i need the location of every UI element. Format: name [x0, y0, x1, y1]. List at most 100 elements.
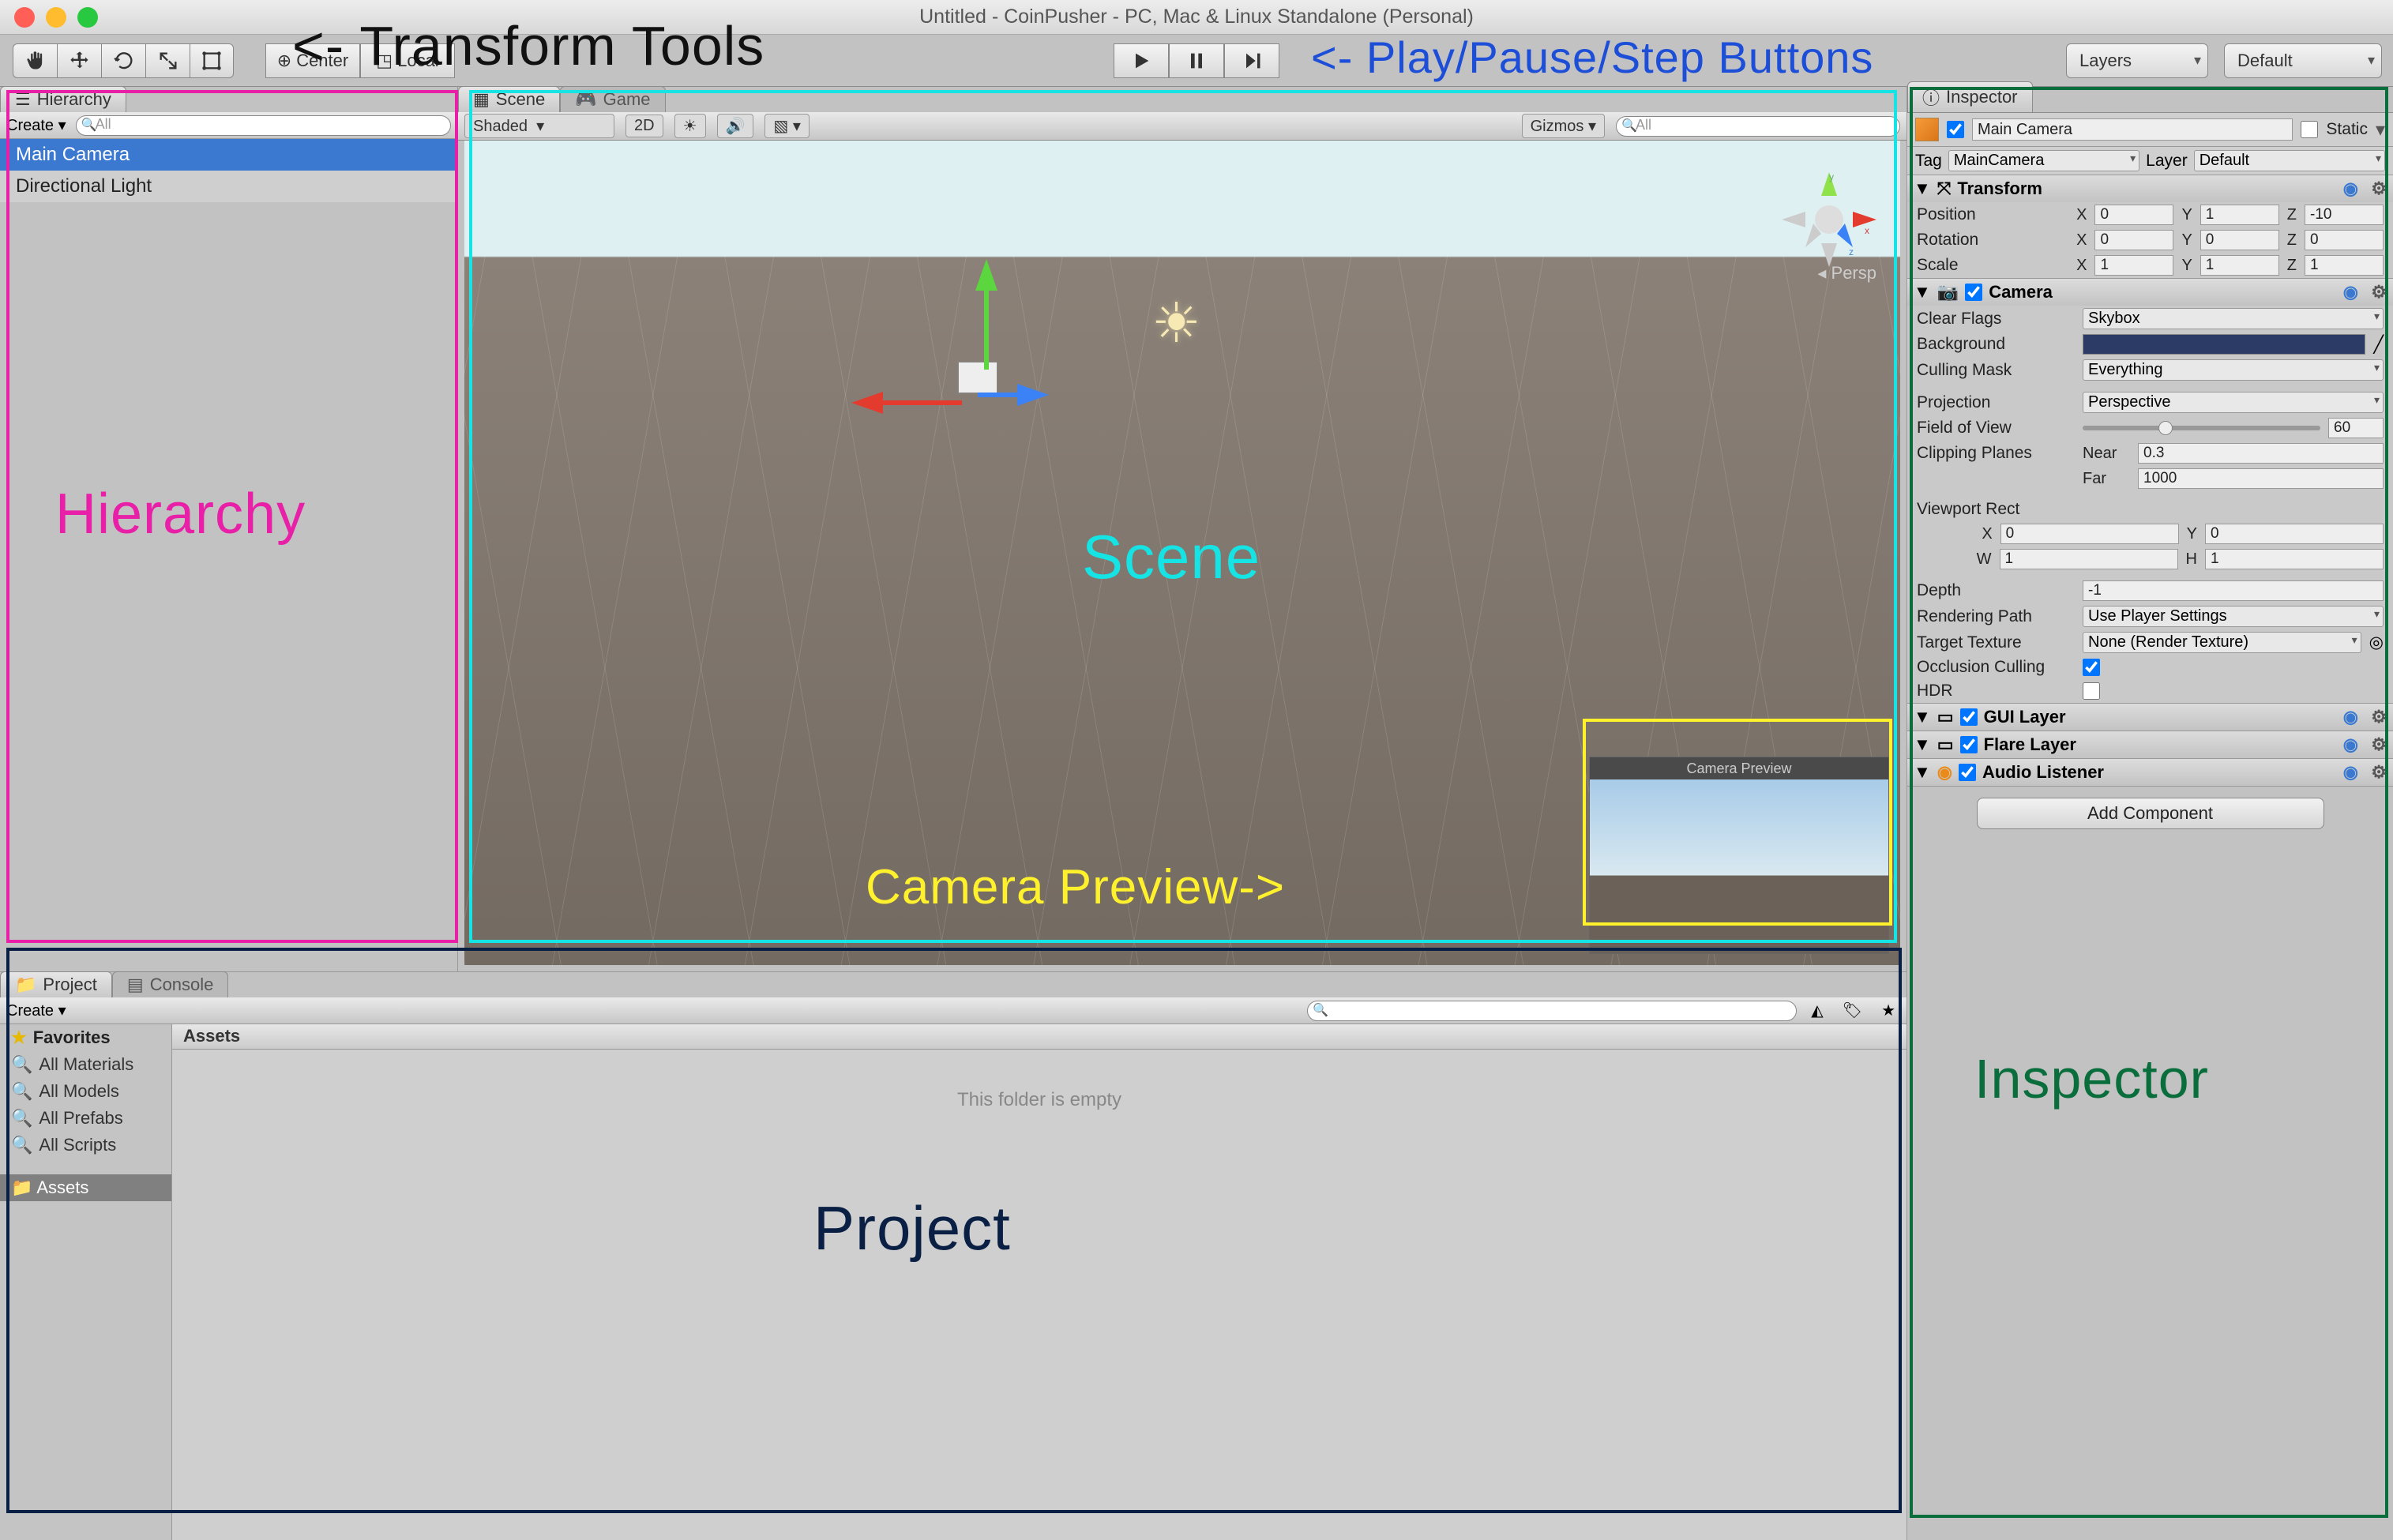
pause-button[interactable]: [1169, 43, 1224, 78]
help-icon[interactable]: ◉: [2343, 282, 2358, 302]
target-texture-field[interactable]: None (Render Texture): [2083, 632, 2361, 653]
search-filter-icon[interactable]: ◭: [1806, 1001, 1828, 1020]
audio-listener-checkbox[interactable]: [1959, 764, 1976, 781]
static-checkbox[interactable]: [2301, 121, 2318, 138]
step-button[interactable]: [1224, 43, 1279, 78]
assets-folder[interactable]: 📁 Assets: [0, 1174, 171, 1201]
object-picker-icon[interactable]: ◎: [2369, 633, 2384, 652]
y-axis-handle[interactable]: [975, 259, 997, 291]
scene-light-toggle[interactable]: ☀: [674, 114, 706, 138]
project-search-input[interactable]: [1307, 1001, 1797, 1021]
background-color-field[interactable]: [2083, 334, 2365, 355]
layers-dropdown[interactable]: Layers: [2066, 43, 2208, 78]
scene-audio-toggle[interactable]: 🔊: [717, 114, 754, 138]
scale-tool-button[interactable]: [145, 43, 190, 78]
rotation-z-field[interactable]: [2305, 230, 2384, 250]
layer-dropdown[interactable]: Default: [2194, 150, 2385, 171]
inspector-tab[interactable]: ⓘInspector: [1907, 81, 2033, 112]
orientation-gizmo[interactable]: y x z: [1782, 172, 1876, 267]
search-save-icon[interactable]: ★: [1876, 1001, 1900, 1020]
rotate-tool-button[interactable]: [101, 43, 145, 78]
rotation-x-field[interactable]: [2094, 230, 2173, 250]
scene-fx-toggle[interactable]: ▧ ▾: [764, 114, 810, 138]
hdr-checkbox[interactable]: [2083, 682, 2100, 700]
hand-tool-button[interactable]: [13, 43, 57, 78]
project-breadcrumb[interactable]: Assets: [172, 1024, 1907, 1050]
fav-all-materials[interactable]: 🔍All Materials: [0, 1051, 171, 1078]
project-tab[interactable]: 📁Project: [0, 971, 112, 997]
culling-mask-dropdown[interactable]: Everything: [2083, 359, 2384, 381]
viewport-h-field[interactable]: [2205, 549, 2384, 569]
x-axis-handle[interactable]: [851, 392, 883, 414]
move-tool-button[interactable]: [57, 43, 101, 78]
tag-dropdown[interactable]: MainCamera: [1948, 150, 2139, 171]
fav-all-prefabs[interactable]: 🔍All Prefabs: [0, 1105, 171, 1132]
help-icon[interactable]: ◉: [2343, 178, 2358, 199]
help-icon[interactable]: ◉: [2343, 734, 2358, 755]
play-button[interactable]: [1114, 43, 1169, 78]
fov-field[interactable]: [2328, 418, 2384, 438]
fav-all-scripts[interactable]: 🔍All Scripts: [0, 1132, 171, 1159]
hierarchy-create-dropdown[interactable]: Create ▾: [6, 115, 66, 135]
flare-layer-checkbox[interactable]: [1960, 736, 1978, 753]
gizmos-dropdown[interactable]: Gizmos ▾: [1522, 114, 1605, 138]
scene-search-input[interactable]: All: [1616, 116, 1900, 137]
game-tab[interactable]: 🎮Game: [560, 86, 665, 112]
gear-icon[interactable]: ⚙: [2371, 707, 2387, 727]
disclosure-icon[interactable]: ▼: [1914, 734, 1931, 755]
scale-x-field[interactable]: [2094, 255, 2173, 276]
viewport-x-field[interactable]: [2000, 524, 2179, 544]
gui-layer-checkbox[interactable]: [1960, 708, 1978, 726]
camera-gizmo-icon[interactable]: [958, 362, 997, 393]
shading-dropdown[interactable]: Shaded ▾: [464, 114, 614, 138]
far-clip-field[interactable]: [2138, 468, 2384, 489]
hierarchy-tab[interactable]: ☰Hierarchy: [0, 86, 126, 112]
viewport-y-field[interactable]: [2205, 524, 2384, 544]
scale-z-field[interactable]: [2305, 255, 2384, 276]
rendering-path-dropdown[interactable]: Use Player Settings: [2083, 606, 2384, 627]
layout-dropdown[interactable]: Default: [2224, 43, 2382, 78]
light-gizmo-icon[interactable]: ☀: [1151, 291, 1201, 355]
hierarchy-item-directional-light[interactable]: Directional Light: [0, 171, 457, 202]
scale-y-field[interactable]: [2200, 255, 2279, 276]
search-label-icon[interactable]: 🏷: [1838, 1001, 1867, 1020]
favorites-header[interactable]: ★Favorites: [0, 1024, 171, 1051]
near-clip-field[interactable]: [2138, 443, 2384, 464]
clear-flags-dropdown[interactable]: Skybox: [2083, 308, 2384, 329]
disclosure-icon[interactable]: ▼: [1914, 762, 1931, 783]
position-x-field[interactable]: [2094, 205, 2173, 225]
gameobject-active-checkbox[interactable]: [1947, 121, 1964, 138]
eyedropper-icon[interactable]: ╱: [2373, 335, 2384, 355]
gear-icon[interactable]: ⚙: [2371, 282, 2387, 302]
project-create-dropdown[interactable]: Create ▾: [6, 1001, 66, 1020]
projection-label[interactable]: ◂ Persp: [1817, 263, 1876, 284]
help-icon[interactable]: ◉: [2343, 762, 2358, 783]
camera-enable-checkbox[interactable]: [1965, 284, 1982, 301]
scene-2d-toggle[interactable]: 2D: [625, 115, 663, 137]
fov-slider[interactable]: [2083, 426, 2320, 430]
z-axis-handle[interactable]: [1017, 384, 1049, 406]
depth-field[interactable]: [2083, 580, 2384, 601]
gear-icon[interactable]: ⚙: [2371, 762, 2387, 783]
console-tab[interactable]: ▤Console: [112, 971, 229, 997]
projection-dropdown[interactable]: Perspective: [2083, 392, 2384, 413]
static-dropdown-icon[interactable]: ▾: [2376, 118, 2385, 141]
gameobject-name-field[interactable]: [1972, 118, 2293, 141]
occlusion-checkbox[interactable]: [2083, 659, 2100, 676]
pivot-local-button[interactable]: ◳ Local: [360, 43, 455, 78]
scene-tab[interactable]: ▦Scene: [458, 86, 560, 112]
position-z-field[interactable]: [2305, 205, 2384, 225]
rect-tool-button[interactable]: [190, 43, 234, 78]
disclosure-icon[interactable]: ▼: [1914, 282, 1931, 302]
gear-icon[interactable]: ⚙: [2371, 178, 2387, 199]
gear-icon[interactable]: ⚙: [2371, 734, 2387, 755]
rotation-y-field[interactable]: [2200, 230, 2279, 250]
hierarchy-item-main-camera[interactable]: Main Camera: [0, 139, 457, 171]
add-component-button[interactable]: Add Component: [1977, 798, 2324, 829]
scene-view[interactable]: ☀ y x z ◂ Persp: [464, 141, 1900, 965]
pivot-center-button[interactable]: ⊕ Center: [265, 43, 360, 78]
hierarchy-search-input[interactable]: All: [76, 115, 451, 136]
disclosure-icon[interactable]: ▼: [1914, 178, 1931, 199]
disclosure-icon[interactable]: ▼: [1914, 707, 1931, 727]
position-y-field[interactable]: [2200, 205, 2279, 225]
